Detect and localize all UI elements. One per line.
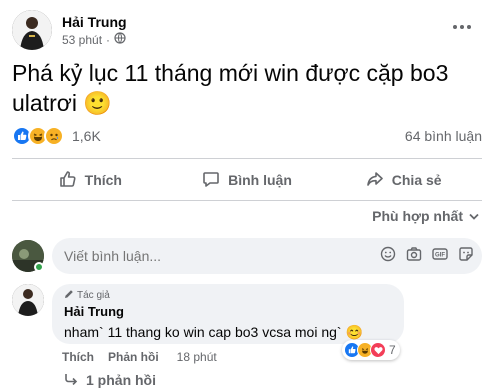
- gif-icon[interactable]: GIF: [432, 246, 448, 262]
- post-actions: Thích Bình luận Chia sẻ: [12, 162, 482, 198]
- online-status-dot: [34, 262, 44, 272]
- like-outline-icon: [59, 170, 77, 191]
- comment-text-content: nham` 11 thang ko win cap bo3 vcsa moi n…: [64, 324, 342, 340]
- author-badge: Tác giả: [64, 288, 392, 302]
- comment-actions: Thích Phản hồi 18 phút: [62, 350, 217, 364]
- comment-reply-button[interactable]: Phản hồi: [108, 350, 159, 364]
- share-label: Chia sẻ: [391, 172, 442, 188]
- comment-like-button[interactable]: Thích: [62, 350, 94, 364]
- view-replies-button[interactable]: 1 phản hồi: [64, 372, 156, 388]
- replies-label: 1 phản hồi: [86, 372, 156, 388]
- comment-text: nham` 11 thang ko win cap bo3 vcsa moi n…: [64, 324, 392, 341]
- comment-author[interactable]: Hải Trung: [64, 304, 392, 319]
- chevron-down-icon: [469, 208, 479, 224]
- comment-reactions[interactable]: 7: [342, 340, 400, 360]
- like-label: Thích: [84, 172, 122, 188]
- pencil-icon: [64, 289, 74, 302]
- like-button[interactable]: Thích: [12, 162, 169, 198]
- post-emoji: 🙂: [83, 90, 112, 116]
- sort-label: Phù hợp nhất: [372, 208, 463, 224]
- more-options-button[interactable]: [446, 14, 478, 38]
- globe-icon: [114, 32, 126, 47]
- meta-separator: ·: [106, 32, 111, 47]
- emoji-icon[interactable]: [380, 246, 396, 262]
- share-icon: [366, 170, 384, 191]
- comment-sort-dropdown[interactable]: Phù hợp nhất: [372, 208, 479, 224]
- love-icon: [370, 342, 386, 358]
- post-text: Phá kỷ lục 11 tháng mới win được cặp bo3…: [12, 58, 482, 118]
- reactions-count[interactable]: 1,6K: [72, 128, 101, 144]
- commenter-avatar[interactable]: [12, 284, 44, 316]
- svg-text:GIF: GIF: [435, 253, 445, 259]
- post-header: Hải Trung 53 phút ·: [12, 10, 482, 54]
- more-icon: [452, 17, 472, 35]
- post-meta: 53 phút ·: [62, 32, 126, 47]
- reactions-summary: 1,6K 64 bình luận: [12, 122, 482, 150]
- reaction-icons[interactable]: [12, 126, 64, 146]
- comment-reactions-count: 7: [389, 343, 396, 357]
- reply-arrow-icon: [64, 372, 78, 388]
- comment-time[interactable]: 18 phút: [177, 350, 217, 364]
- divider-bottom: [12, 200, 482, 201]
- author-badge-label: Tác giả: [77, 289, 110, 301]
- comment-emoji: 😊: [345, 324, 363, 340]
- comment-icon: [202, 170, 220, 191]
- divider-top: [12, 158, 482, 159]
- comment-button[interactable]: Bình luận: [169, 162, 326, 198]
- camera-icon[interactable]: [406, 246, 422, 262]
- sad-icon: [44, 126, 64, 146]
- comment-label: Bình luận: [228, 172, 292, 188]
- comment-bubble: Tác giả Hải Trung nham` 11 thang ko win …: [52, 284, 404, 344]
- comment-composer: GIF: [12, 236, 482, 276]
- sticker-icon[interactable]: [458, 246, 474, 262]
- comments-count[interactable]: 64 bình luận: [405, 128, 482, 144]
- author-avatar[interactable]: [12, 10, 52, 50]
- post-text-content: Phá kỷ lục 11 tháng mới win được cặp bo3…: [12, 60, 449, 116]
- share-button[interactable]: Chia sẻ: [325, 162, 482, 198]
- post-time[interactable]: 53 phút: [62, 33, 102, 47]
- author-name[interactable]: Hải Trung: [62, 14, 127, 30]
- composer-tools: GIF: [380, 246, 474, 262]
